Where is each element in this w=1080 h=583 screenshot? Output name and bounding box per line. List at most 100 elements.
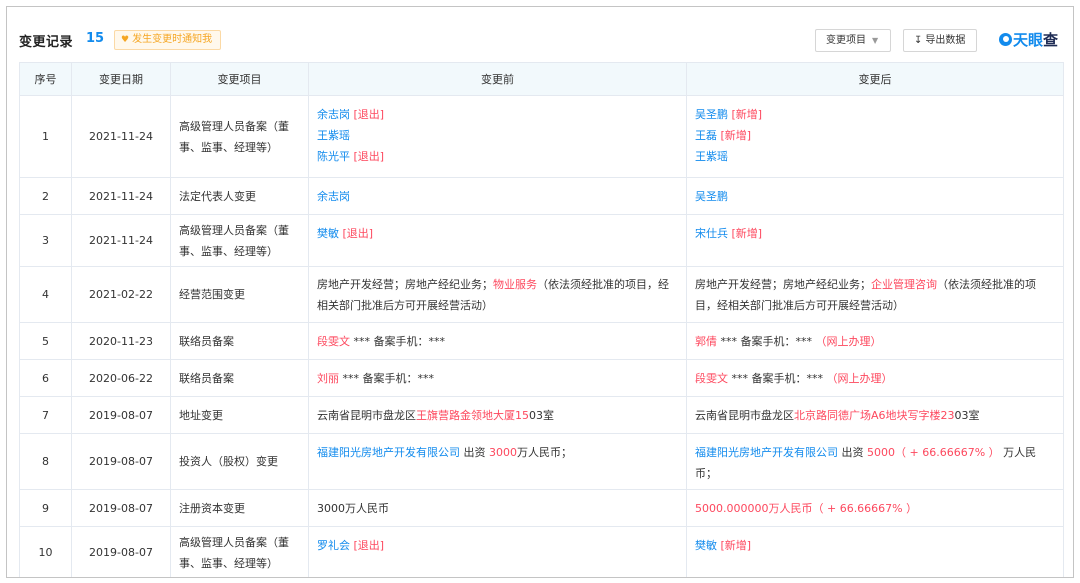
person-link[interactable]: 陈光平 xyxy=(317,150,350,163)
row-number: 3 xyxy=(19,214,72,267)
change-item: 联络员备案 xyxy=(170,322,309,360)
change-item: 投资人（股权）变更 xyxy=(170,433,309,490)
section-title: 变更记录 xyxy=(19,35,74,50)
highlight-text: （网上办理） xyxy=(815,335,882,348)
before-cell: 福建阳光房地产开发有限公司 出资 3000万人民币； xyxy=(308,433,687,490)
company-link[interactable]: 福建阳光房地产开发有限公司 xyxy=(695,446,838,459)
table-row: 10 2019-08-07 高级管理人员备案（董事、监事、经理等） 罗礼会 [退… xyxy=(19,526,1064,577)
person-link[interactable]: 余志岗 xyxy=(317,108,350,121)
highlight-text: 段雯文 xyxy=(317,335,350,348)
change-item: 地址变更 xyxy=(170,396,309,434)
before-cell: 余志岗 [退出] 王紫瑶 陈光平 [退出] xyxy=(308,95,687,178)
highlight-text: （网上办理） xyxy=(826,372,893,385)
row-number: 5 xyxy=(19,322,72,360)
row-number: 4 xyxy=(19,266,72,323)
col-header: 变更日期 xyxy=(71,62,171,96)
change-date: 2021-11-24 xyxy=(71,177,171,215)
status-tag: [新增] xyxy=(720,129,752,142)
notify-button[interactable]: ♥ 发生变更时通知我 xyxy=(114,30,222,50)
after-cell: 福建阳光房地产开发有限公司 出资 5000（ + 66.66667% ） 万人民… xyxy=(686,433,1064,490)
status-tag: [退出] xyxy=(342,227,374,240)
highlight-text: 王旗营路金领地大厦15 xyxy=(416,408,529,422)
before-cell: 余志岗 xyxy=(308,177,687,215)
before-cell: 房地产开发经营；房地产经纪业务；物业服务（依法须经批准的项目，经相关部门批准后方… xyxy=(308,266,687,323)
col-header: 序号 xyxy=(19,62,72,96)
col-header: 变更前 xyxy=(308,62,687,96)
row-number: 8 xyxy=(19,433,72,490)
before-cell: 樊敏 [退出] xyxy=(308,214,687,267)
person-link[interactable]: 王紫瑶 xyxy=(695,150,728,163)
status-tag: [新增] xyxy=(720,539,752,552)
person-link[interactable]: 樊敏 xyxy=(317,227,339,240)
change-date: 2021-11-24 xyxy=(71,95,171,178)
row-number: 10 xyxy=(19,526,72,577)
change-item-label: 变更项目 xyxy=(826,35,866,46)
table-row: 9 2019-08-07 注册资本变更 3000万人民币 5000.000000… xyxy=(19,489,1064,527)
change-item-dropdown[interactable]: 变更项目 ▼ xyxy=(815,29,891,52)
after-cell: 段雯文 *** 备案手机：*** （网上办理） xyxy=(686,359,1064,397)
change-date: 2019-08-07 xyxy=(71,396,171,434)
table-row: 6 2020-06-22 联络员备案 刘丽 *** 备案手机：*** 段雯文 *… xyxy=(19,359,1064,397)
status-tag: [新增] xyxy=(731,227,763,240)
after-cell: 5000.000000万人民币（ + 66.66667% ） xyxy=(686,489,1064,527)
col-header: 变更项目 xyxy=(170,62,309,96)
highlight-text: 郭倩 xyxy=(695,335,717,348)
company-link[interactable]: 福建阳光房地产开发有限公司 xyxy=(317,446,460,459)
table-row: 3 2021-11-24 高级管理人员备案（董事、监事、经理等） 樊敏 [退出]… xyxy=(19,214,1064,267)
change-item: 联络员备案 xyxy=(170,359,309,397)
person-link[interactable]: 樊敏 xyxy=(695,539,717,552)
after-cell: 吴圣鹏 [新增] 王磊 [新增] 王紫瑶 xyxy=(686,95,1064,178)
person-link[interactable]: 余志岗 xyxy=(317,190,350,203)
before-cell: 刘丽 *** 备案手机：*** xyxy=(308,359,687,397)
person-link[interactable]: 吴圣鹏 xyxy=(695,108,728,121)
row-number: 6 xyxy=(19,359,72,397)
table-row: 5 2020-11-23 联络员备案 段雯文 *** 备案手机：*** 郭倩 *… xyxy=(19,322,1064,360)
row-number: 1 xyxy=(19,95,72,178)
table-row: 4 2021-02-22 经营范围变更 房地产开发经营；房地产经纪业务；物业服务… xyxy=(19,266,1064,323)
after-cell: 樊敏 [新增] xyxy=(686,526,1064,577)
change-date: 2021-02-22 xyxy=(71,266,171,323)
change-records-panel: 变更记录 15 ♥ 发生变更时通知我 变更项目 ▼ ↧ 导出数据 天眼查 序号 变更日… xyxy=(6,6,1074,578)
highlight-text: 北京路同德广场A6地块写字楼23 xyxy=(794,408,955,422)
change-date: 2019-08-07 xyxy=(71,526,171,577)
after-cell: 云南省昆明市盘龙区北京路同德广场A6地块写字楼2303室 xyxy=(686,396,1064,434)
row-number: 2 xyxy=(19,177,72,215)
export-label: 导出数据 xyxy=(925,35,966,46)
status-tag: [退出] xyxy=(353,150,385,163)
panel-header: 变更记录 15 ♥ 发生变更时通知我 变更项目 ▼ ↧ 导出数据 天眼查 xyxy=(19,29,1061,53)
highlight-text: 3000 xyxy=(489,446,517,459)
notify-label: 发生变更时通知我 xyxy=(132,34,213,45)
eye-logo-icon xyxy=(999,33,1012,46)
table-row: 8 2019-08-07 投资人（股权）变更 福建阳光房地产开发有限公司 出资 … xyxy=(19,433,1064,490)
before-cell: 段雯文 *** 备案手机：*** xyxy=(308,322,687,360)
change-item: 法定代表人变更 xyxy=(170,177,309,215)
change-item: 注册资本变更 xyxy=(170,489,309,527)
person-link[interactable]: 罗礼会 xyxy=(317,539,350,552)
change-date: 2020-11-23 xyxy=(71,322,171,360)
person-link[interactable]: 宋仕兵 xyxy=(695,227,728,240)
record-count: 15 xyxy=(86,31,105,46)
change-item: 高级管理人员备案（董事、监事、经理等） xyxy=(170,526,309,577)
before-cell: 云南省昆明市盘龙区王旗营路金领地大厦1503室 xyxy=(308,396,687,434)
status-tag: [退出] xyxy=(353,108,385,121)
person-link[interactable]: 吴圣鹏 xyxy=(695,190,728,203)
tianyancha-logo: 天眼查 xyxy=(999,29,1058,50)
change-records-table: 序号 变更日期 变更项目 变更前 变更后 1 2021-11-24 高级管理人员… xyxy=(19,62,1064,577)
change-date: 2021-11-24 xyxy=(71,214,171,267)
change-item: 经营范围变更 xyxy=(170,266,309,323)
caret-down-icon: ▼ xyxy=(872,36,879,45)
status-tag: [退出] xyxy=(353,539,385,552)
table-header-row: 序号 变更日期 变更项目 变更前 变更后 xyxy=(19,62,1064,96)
change-item: 高级管理人员备案（董事、监事、经理等） xyxy=(170,214,309,267)
row-number: 9 xyxy=(19,489,72,527)
export-button[interactable]: ↧ 导出数据 xyxy=(903,29,977,52)
person-link[interactable]: 王磊 xyxy=(695,129,717,142)
person-link[interactable]: 王紫瑶 xyxy=(317,129,350,142)
change-date: 2020-06-22 xyxy=(71,359,171,397)
change-item: 高级管理人员备案（董事、监事、经理等） xyxy=(170,95,309,178)
col-header: 变更后 xyxy=(686,62,1064,96)
highlight-text: 物业服务 xyxy=(493,277,537,291)
after-cell: 吴圣鹏 xyxy=(686,177,1064,215)
highlight-text: 5000（ + 66.66667% ） xyxy=(867,446,1000,459)
highlight-text: 企业管理咨询 xyxy=(871,277,937,291)
